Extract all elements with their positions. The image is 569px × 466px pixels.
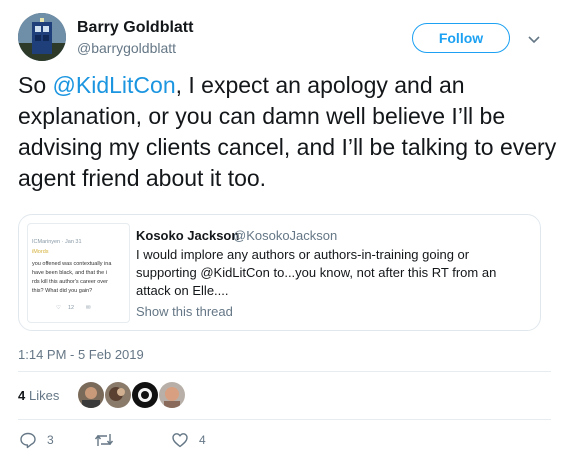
reply-count: 3: [47, 433, 54, 447]
thumb-line: iMords: [32, 249, 49, 255]
tweet-timestamp[interactable]: 1:14 PM - 5 Feb 2019: [18, 347, 144, 362]
thumb-line: have been black, and that the i: [32, 270, 107, 276]
retweet-button[interactable]: [94, 431, 124, 449]
thumb-heart-icon: ♡: [56, 305, 61, 311]
thumb-line: ICMarinyen · Jan 31: [32, 239, 82, 245]
divider: [18, 371, 551, 372]
quoted-tweet[interactable]: ICMarinyen · Jan 31 iMords you offened w…: [18, 214, 541, 331]
mention-link[interactable]: @KidLitCon: [53, 72, 176, 98]
heart-icon: [172, 433, 188, 448]
tweet-text-prefix: So: [18, 72, 53, 98]
thumb-like-count: 12: [68, 305, 75, 311]
likes-count[interactable]: 4: [18, 388, 25, 403]
chevron-down-icon[interactable]: [527, 32, 541, 44]
liker-avatar[interactable]: [105, 382, 131, 408]
quoted-tweet-text: I would implore any authors or authors-i…: [136, 247, 497, 298]
reply-icon: [20, 432, 36, 449]
follow-button[interactable]: Follow: [412, 23, 510, 53]
thumb-line: you offened was contextually ina: [32, 261, 112, 267]
author-name[interactable]: Barry Goldblatt: [77, 19, 193, 37]
thumb-line: rds kill this author's career over: [32, 279, 108, 285]
quoted-author-handle[interactable]: @KosokoJackson: [233, 228, 337, 243]
author-avatar[interactable]: [18, 13, 66, 61]
liker-avatar[interactable]: [78, 382, 104, 408]
reply-button[interactable]: 3: [19, 431, 54, 449]
liker-avatar[interactable]: [132, 382, 158, 408]
quoted-tweet-image: ICMarinyen · Jan 31 iMords you offened w…: [27, 223, 130, 323]
retweet-icon: [94, 434, 114, 446]
tweet-text: So @KidLitCon, I expect an apology and a…: [18, 70, 558, 194]
divider: [18, 419, 551, 420]
likes-label[interactable]: Likes: [29, 388, 59, 403]
thumb-mail-icon: ✉: [86, 305, 91, 311]
quoted-author-name[interactable]: Kosoko Jackson: [136, 228, 239, 243]
show-thread-link[interactable]: Show this thread: [136, 304, 233, 319]
author-handle[interactable]: @barrygoldblatt: [77, 40, 176, 56]
like-button[interactable]: 4: [171, 431, 206, 449]
like-count: 4: [199, 433, 206, 447]
liker-avatar[interactable]: [159, 382, 185, 408]
thumb-line: this? What did you gain?: [32, 288, 93, 294]
